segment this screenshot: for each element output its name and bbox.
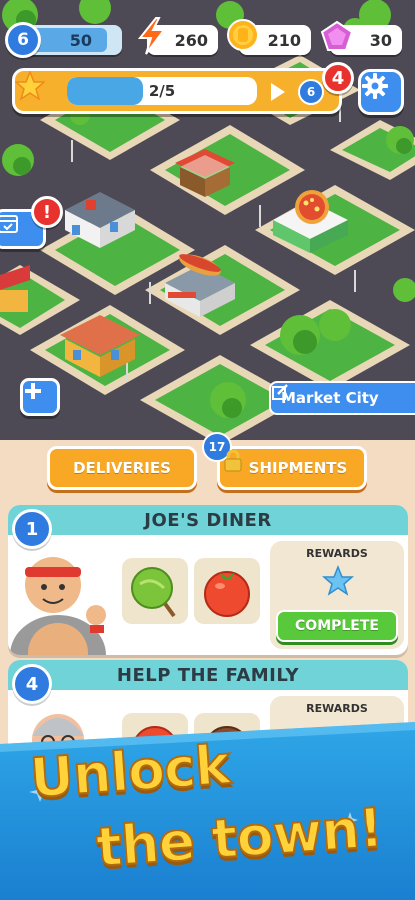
gem-icon	[320, 20, 354, 51]
alert-count-badge: 4	[322, 62, 354, 94]
rewards-label: REWARDS	[306, 547, 368, 560]
edit-icon	[272, 384, 288, 400]
orange-house[interactable]	[55, 305, 145, 380]
partial-building[interactable]	[0, 265, 30, 315]
customer-avatar-chef	[10, 557, 106, 655]
market-stall[interactable]	[170, 145, 240, 200]
tab-shipments-label: SHIPMENTS	[248, 459, 348, 477]
rewards-box: REWARDS COMPLETE	[270, 541, 404, 649]
tomato-icon	[204, 571, 250, 617]
order-number-badge: 4	[12, 664, 52, 704]
order-item-slot[interactable]	[194, 558, 260, 624]
lock-icon	[224, 450, 242, 472]
order-number-badge: 1	[12, 509, 52, 549]
progress-text: 2/5	[148, 82, 176, 100]
rewards-label: REWARDS	[306, 702, 368, 715]
progress-track: 2/5	[67, 77, 257, 105]
coin-value: 210	[267, 30, 301, 50]
complete-button[interactable]: COMPLETE	[276, 610, 398, 642]
play-arrow-icon	[271, 83, 285, 101]
market-city-button[interactable]: Market City	[269, 381, 415, 415]
gear-icon	[362, 73, 388, 99]
house-building[interactable]	[60, 180, 140, 250]
town-map[interactable]: 50 6 260 210 30 2/5 6 4 ! Market City	[0, 0, 415, 440]
lightning-icon	[137, 17, 166, 55]
coin-icon	[227, 19, 259, 51]
tab-deliveries-label: DELIVERIES	[73, 459, 171, 477]
order-item-slot[interactable]	[122, 558, 188, 624]
order-title: HELP THE FAMILY	[8, 660, 408, 690]
market-city-label: Market City	[281, 389, 379, 407]
energy-value: 260	[174, 30, 208, 50]
calendar-alert-badge: !	[31, 196, 63, 228]
tab-deliveries[interactable]: DELIVERIES	[47, 446, 197, 490]
star-icon	[15, 71, 45, 101]
level-badge[interactable]: 6	[5, 22, 41, 58]
order-card[interactable]: JOE'S DINER 1 REWARDS COMPLETE	[8, 505, 408, 655]
next-level-badge: 6	[298, 79, 324, 105]
gem-value: 30	[369, 30, 392, 50]
add-button[interactable]	[20, 378, 60, 416]
xp-value: 50	[69, 30, 92, 50]
plus-icon	[25, 383, 41, 399]
calendar-icon	[0, 215, 18, 233]
pizza-shop[interactable]	[268, 185, 353, 255]
hotdog-diner[interactable]	[160, 245, 240, 320]
order-title: JOE'S DINER	[8, 505, 408, 535]
lollipop-icon	[131, 567, 176, 618]
xp-star-icon	[322, 565, 354, 596]
settings-button[interactable]	[358, 69, 404, 115]
town-progress-bar[interactable]: 2/5 6	[12, 68, 342, 114]
